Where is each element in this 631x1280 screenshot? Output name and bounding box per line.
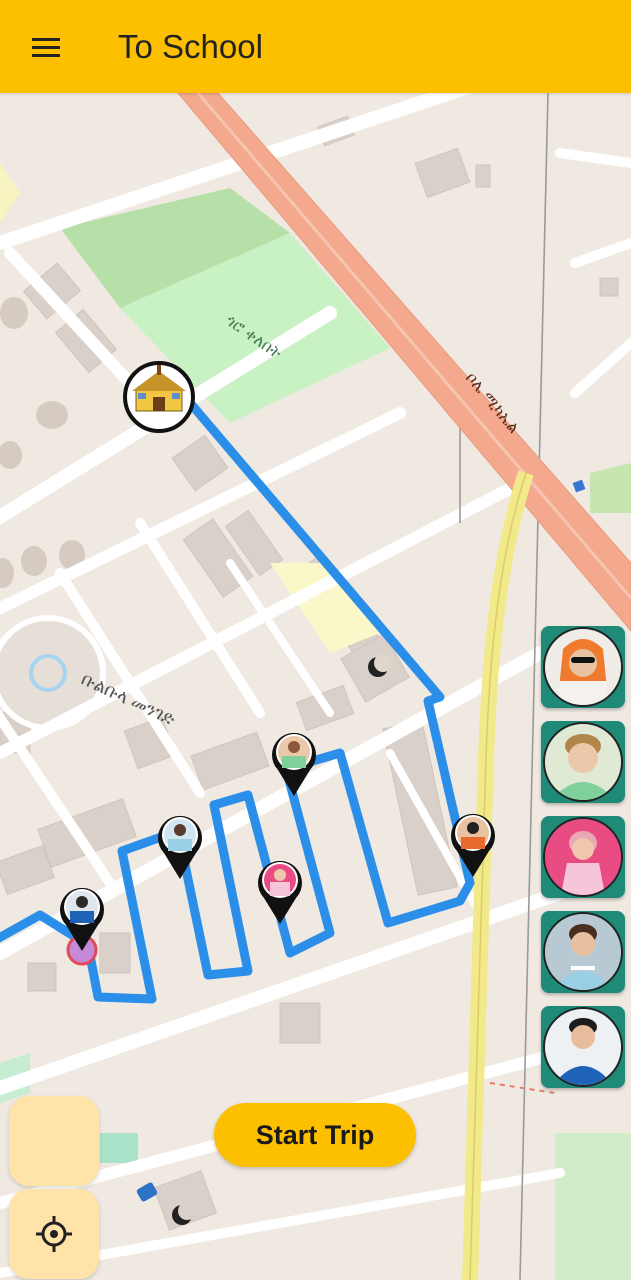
menu-icon: [32, 37, 60, 57]
crosshair-icon: [36, 1216, 72, 1252]
child-pin-1[interactable]: [449, 811, 497, 879]
child-card-3[interactable]: [541, 816, 625, 898]
page-title: To School: [118, 27, 263, 65]
child-pin-4[interactable]: [156, 813, 204, 881]
start-trip-button[interactable]: Start Trip: [214, 1103, 416, 1167]
map-view[interactable]: ጎሮ ቀለበት ቦሌ ሚካኤል ቡልቡላ መንገድ: [0, 93, 631, 1280]
child-card-5[interactable]: [541, 1006, 625, 1088]
locate-me-button[interactable]: [9, 1189, 99, 1279]
child-card-1[interactable]: [541, 626, 625, 708]
child-4-avatar: [543, 912, 623, 992]
app-bar: To School: [0, 0, 631, 93]
child-pin-5[interactable]: [58, 885, 106, 953]
layers-button[interactable]: [9, 1096, 99, 1186]
children-list: [541, 626, 625, 1088]
child-5-avatar: [543, 1007, 623, 1087]
child-pin-3[interactable]: [256, 858, 304, 926]
child-card-4[interactable]: [541, 911, 625, 993]
child-2-avatar: [543, 722, 623, 802]
child-1-avatar: [543, 627, 623, 707]
child-pin-2[interactable]: [270, 730, 318, 798]
child-3-avatar: [543, 817, 623, 897]
child-card-2[interactable]: [541, 721, 625, 803]
map-base: ጎሮ ቀለበት ቦሌ ሚካኤል ቡልቡላ መንገድ: [0, 93, 631, 1280]
menu-button[interactable]: [16, 17, 76, 77]
school-marker[interactable]: [123, 361, 195, 433]
